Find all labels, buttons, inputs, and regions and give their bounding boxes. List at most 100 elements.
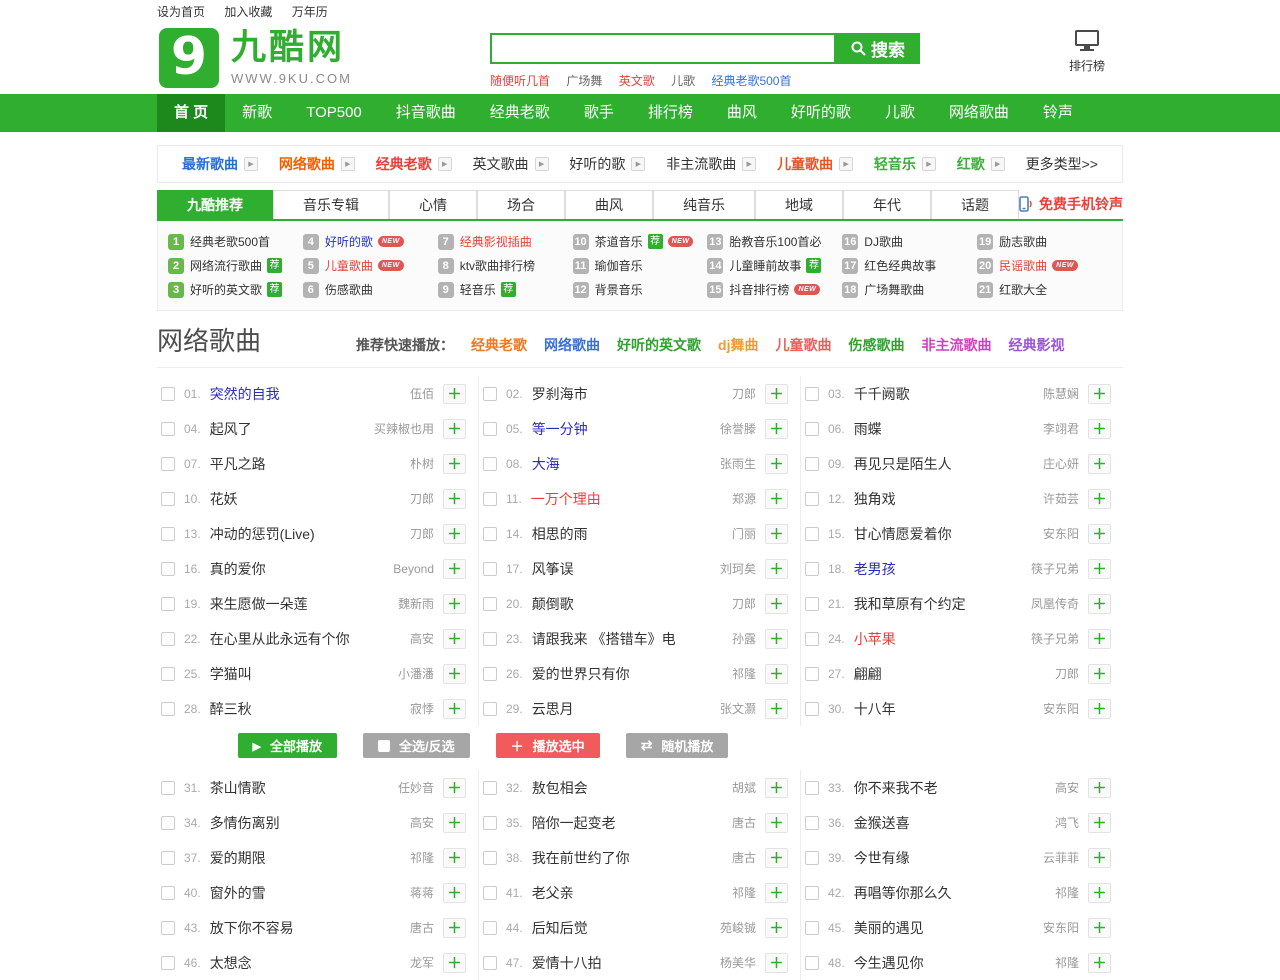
song-checkbox[interactable] bbox=[161, 702, 175, 716]
song-checkbox[interactable] bbox=[161, 956, 175, 970]
play-category-button[interactable]: ▶ bbox=[991, 157, 1005, 171]
song-title-link[interactable]: 起风了 bbox=[210, 419, 365, 439]
play-category-button[interactable]: ▶ bbox=[535, 157, 549, 171]
quick-play-link[interactable]: 好听的英文歌 bbox=[617, 335, 701, 355]
subnav-link[interactable]: 轻音乐 bbox=[874, 154, 916, 174]
subnav-link[interactable]: 经典老歌 bbox=[376, 154, 432, 174]
recommend-link[interactable]: 经典影视插曲 bbox=[460, 233, 532, 250]
recommend-link[interactable]: 瑜伽音乐 bbox=[595, 257, 643, 274]
song-checkbox[interactable] bbox=[805, 886, 819, 900]
song-checkbox[interactable] bbox=[161, 886, 175, 900]
top-link[interactable]: 加入收藏 bbox=[224, 5, 272, 19]
song-artist-link[interactable]: 张文灏 bbox=[720, 700, 756, 717]
free-ringtone-link[interactable]: 免费手机铃声 bbox=[1019, 194, 1123, 219]
nav-item[interactable]: 抖音歌曲 bbox=[379, 94, 473, 132]
recommend-item[interactable]: 17 红色经典故事 bbox=[842, 254, 977, 277]
subnav-link[interactable]: 最新歌曲 bbox=[182, 154, 238, 174]
add-to-playlist-button[interactable]: ＋ bbox=[1088, 664, 1111, 684]
quick-play-link[interactable]: 经典老歌 bbox=[471, 335, 527, 355]
add-to-playlist-button[interactable]: ＋ bbox=[1088, 778, 1111, 798]
song-title-link[interactable]: 今生遇见你 bbox=[854, 953, 1046, 973]
song-checkbox[interactable] bbox=[483, 956, 497, 970]
song-checkbox[interactable] bbox=[483, 562, 497, 576]
add-to-playlist-button[interactable]: ＋ bbox=[443, 778, 466, 798]
nav-item[interactable]: 儿歌 bbox=[868, 94, 932, 132]
song-checkbox[interactable] bbox=[805, 702, 819, 716]
song-title-link[interactable]: 突然的自我 bbox=[210, 384, 401, 404]
song-artist-link[interactable]: 刀郎 bbox=[1055, 665, 1079, 682]
recommend-item[interactable]: 21 红歌大全 bbox=[977, 278, 1112, 301]
subnav-item[interactable]: 经典老歌 ▶ bbox=[376, 154, 452, 174]
recommend-link[interactable]: ktv歌曲排行榜 bbox=[460, 257, 535, 274]
add-to-playlist-button[interactable]: ＋ bbox=[765, 454, 788, 474]
subnav-link[interactable]: 儿童歌曲 bbox=[777, 154, 833, 174]
add-to-playlist-button[interactable]: ＋ bbox=[443, 848, 466, 868]
song-artist-link[interactable]: 高安 bbox=[1055, 779, 1079, 796]
song-artist-link[interactable]: 祁隆 bbox=[732, 665, 756, 682]
song-title-link[interactable]: 多情伤离别 bbox=[210, 813, 401, 833]
song-checkbox[interactable] bbox=[805, 851, 819, 865]
add-to-playlist-button[interactable]: ＋ bbox=[1088, 848, 1111, 868]
song-checkbox[interactable] bbox=[161, 422, 175, 436]
recommend-link[interactable]: 红歌大全 bbox=[999, 281, 1047, 298]
recommend-item[interactable]: 20 民谣歌曲 NEW bbox=[977, 254, 1112, 277]
recommend-link[interactable]: 民谣歌曲 bbox=[999, 257, 1047, 274]
recommend-link[interactable]: 轻音乐 bbox=[460, 281, 496, 298]
recommend-link[interactable]: 网络流行歌曲 bbox=[190, 257, 262, 274]
song-title-link[interactable]: 陪你一起变老 bbox=[532, 813, 723, 833]
song-artist-link[interactable]: 庄心妍 bbox=[1043, 455, 1079, 472]
song-title-link[interactable]: 你不来我不老 bbox=[854, 778, 1046, 798]
subnav-link[interactable]: 网络歌曲 bbox=[279, 154, 335, 174]
add-to-playlist-button[interactable]: ＋ bbox=[765, 813, 788, 833]
recommend-link[interactable]: 抖音排行榜 bbox=[729, 281, 789, 298]
tab[interactable]: 年代 bbox=[843, 190, 931, 219]
site-logo[interactable]: 9 九酷网 WWW.9KU.COM bbox=[159, 28, 352, 88]
song-artist-link[interactable]: 胡斌 bbox=[732, 779, 756, 796]
hot-word-link[interactable]: 随便听几首 bbox=[490, 74, 550, 88]
tab[interactable]: 场合 bbox=[477, 190, 565, 219]
song-title-link[interactable]: 颠倒歌 bbox=[532, 594, 723, 614]
recommend-item[interactable]: 19 励志歌曲 bbox=[977, 230, 1112, 253]
song-checkbox[interactable] bbox=[161, 492, 175, 506]
play-category-button[interactable]: ▶ bbox=[631, 157, 645, 171]
quick-play-link[interactable]: 非主流歌曲 bbox=[921, 335, 991, 355]
song-checkbox[interactable] bbox=[161, 457, 175, 471]
search-input[interactable] bbox=[490, 33, 836, 64]
subnav-link[interactable]: 更多类型>> bbox=[1026, 154, 1098, 174]
recommend-item[interactable]: 6 伤感歌曲 bbox=[303, 278, 438, 301]
recommend-link[interactable]: 胎教音乐100首必 bbox=[729, 233, 821, 250]
song-artist-link[interactable]: 刘珂矣 bbox=[720, 560, 756, 577]
recommend-link[interactable]: DJ歌曲 bbox=[864, 233, 903, 250]
song-checkbox[interactable] bbox=[805, 956, 819, 970]
add-to-playlist-button[interactable]: ＋ bbox=[765, 524, 788, 544]
song-checkbox[interactable] bbox=[805, 667, 819, 681]
song-title-link[interactable]: 放下你不容易 bbox=[210, 918, 401, 938]
song-checkbox[interactable] bbox=[483, 492, 497, 506]
add-to-playlist-button[interactable]: ＋ bbox=[1088, 918, 1111, 938]
hot-word-link[interactable]: 广场舞 bbox=[566, 74, 602, 88]
recommend-item[interactable]: 10 茶道音乐 荐 NEW bbox=[573, 230, 708, 253]
song-artist-link[interactable]: 许茹芸 bbox=[1043, 490, 1079, 507]
song-artist-link[interactable]: 陈慧娴 bbox=[1043, 385, 1079, 402]
song-title-link[interactable]: 在心里从此永远有个你 bbox=[210, 629, 401, 649]
recommend-item[interactable]: 16 DJ歌曲 bbox=[842, 230, 977, 253]
quick-play-link[interactable]: 伤感歌曲 bbox=[848, 335, 904, 355]
song-title-link[interactable]: 太想念 bbox=[210, 953, 401, 973]
add-to-playlist-button[interactable]: ＋ bbox=[1088, 594, 1111, 614]
song-checkbox[interactable] bbox=[805, 632, 819, 646]
song-title-link[interactable]: 一万个理由 bbox=[531, 489, 723, 509]
playback-action-button[interactable]: 随机播放 bbox=[626, 733, 729, 758]
quick-play-link[interactable]: 经典影视 bbox=[1008, 335, 1064, 355]
search-button[interactable]: 搜索 bbox=[836, 33, 920, 64]
nav-item[interactable]: TOP500 bbox=[289, 94, 379, 132]
quick-play-link[interactable]: 网络歌曲 bbox=[544, 335, 600, 355]
song-title-link[interactable]: 老父亲 bbox=[532, 883, 723, 903]
song-artist-link[interactable]: 孙露 bbox=[732, 630, 756, 647]
song-checkbox[interactable] bbox=[483, 781, 497, 795]
play-category-button[interactable]: ▶ bbox=[839, 157, 853, 171]
add-to-playlist-button[interactable]: ＋ bbox=[443, 813, 466, 833]
song-title-link[interactable]: 茶山情歌 bbox=[210, 778, 389, 798]
nav-item[interactable]: 好听的歌 bbox=[774, 94, 868, 132]
song-artist-link[interactable]: 刀郎 bbox=[410, 490, 434, 507]
subnav-item[interactable]: 网络歌曲 ▶ bbox=[279, 154, 355, 174]
